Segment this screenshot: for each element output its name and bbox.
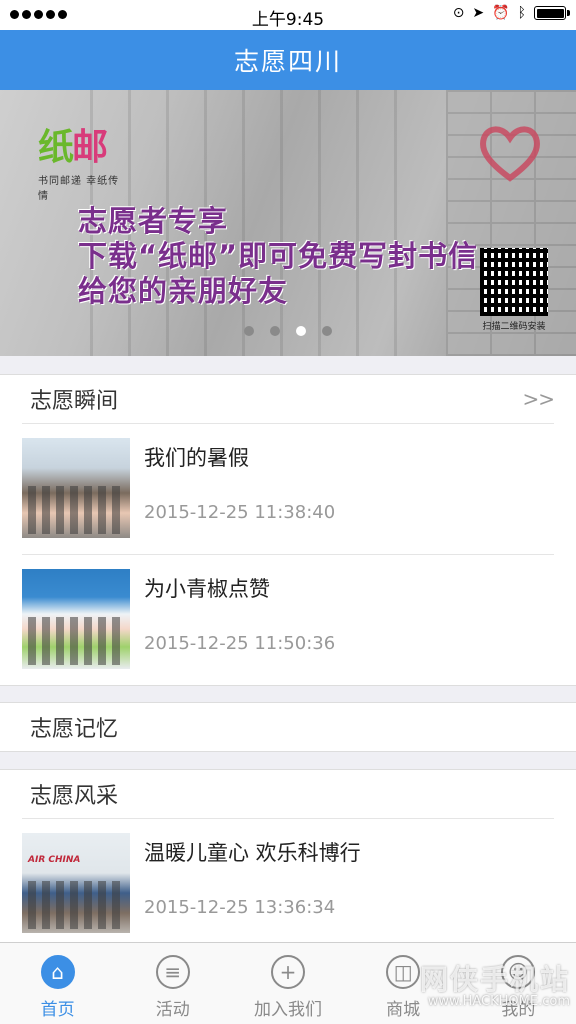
section-title: 志愿风采: [30, 784, 119, 809]
heart-icon: [480, 126, 540, 182]
home-icon: ⌂: [40, 955, 75, 989]
status-bar: 上午9:45 ⊙ ➤ ⏰ ᛒ: [0, 0, 576, 30]
item-thumbnail: [22, 438, 130, 538]
status-icons: ⊙ ➤ ⏰ ᛒ: [452, 5, 570, 21]
carousel-dot-active[interactable]: [296, 326, 306, 336]
app-screen: 上午9:45 ⊙ ➤ ⏰ ᛒ 志愿四川 纸邮 书同邮递 幸纸传情 志愿者专享 下…: [0, 0, 576, 1024]
item-title: 为小青椒点赞: [144, 577, 270, 601]
qr-caption: 扫描二维码安装: [482, 322, 546, 332]
tab-join-us[interactable]: + 加入我们: [230, 943, 345, 1024]
promo-banner[interactable]: 纸邮 书同邮递 幸纸传情 志愿者专享 下载“纸邮”即可免费写封书信 给您的亲朋好…: [0, 90, 576, 356]
plus-icon: +: [270, 955, 305, 989]
more-link[interactable]: >>: [522, 387, 555, 411]
tab-label: 商城: [386, 1000, 421, 1020]
alarm-icon: ⏰: [492, 5, 510, 21]
item-title: 我们的暑假: [144, 446, 249, 470]
carousel-dot[interactable]: [270, 326, 280, 336]
list-item[interactable]: 我们的暑假 2015-12-25 11:38:40: [22, 423, 554, 554]
section-volunteer-showcase: 志愿风采 AIR CHINA 温暖儿童心 欢乐科博行 2015-12-25 13…: [0, 769, 576, 949]
section-volunteer-memories[interactable]: 志愿记忆: [0, 702, 576, 752]
list-item[interactable]: 为小青椒点赞 2015-12-25 11:50:36: [22, 554, 554, 685]
rotation-lock-icon: ⊙: [452, 5, 465, 21]
nav-bar: 志愿四川: [0, 30, 576, 90]
tab-label: 加入我们: [253, 1000, 322, 1020]
section-title: 志愿瞬间: [30, 389, 119, 414]
item-timestamp: 2015-12-25 13:36:34: [144, 897, 336, 918]
tab-home[interactable]: ⌂ 首页: [0, 943, 115, 1024]
section-header: 志愿瞬间 >>: [0, 375, 576, 423]
tab-label: 首页: [40, 1000, 75, 1020]
location-icon: ➤: [472, 5, 485, 21]
item-title: 温暖儿童心 欢乐科博行: [144, 841, 361, 865]
banner-logo: 纸邮 书同邮递 幸纸传情: [38, 118, 128, 202]
carousel-dot[interactable]: [322, 326, 332, 336]
list-icon: ≡: [155, 955, 190, 989]
section-header: 志愿风采: [0, 770, 576, 818]
carousel-dot[interactable]: [244, 326, 254, 336]
watermark-url: www.HACKHOME.com: [427, 994, 570, 1009]
qr-code: [480, 248, 548, 316]
section-volunteer-moments: 志愿瞬间 >> 我们的暑假 2015-12-25 11:38:40 为小青椒点赞…: [0, 374, 576, 686]
banner-line-3: 给您的亲朋好友: [78, 274, 289, 308]
carousel-dots: [244, 326, 332, 336]
item-timestamp: 2015-12-25 11:38:40: [144, 502, 336, 523]
battery-icon: [534, 6, 570, 20]
tab-label: 活动: [155, 1000, 190, 1020]
item-timestamp: 2015-12-25 11:50:36: [144, 633, 336, 654]
item-thumbnail: [22, 569, 130, 669]
item-thumbnail: AIR CHINA: [22, 833, 130, 933]
watermark: 网侠手机站: [419, 963, 570, 996]
section-title: 志愿记忆: [30, 717, 119, 742]
list-item[interactable]: AIR CHINA 温暖儿童心 欢乐科博行 2015-12-25 13:36:3…: [22, 818, 554, 949]
bluetooth-icon: ᛒ: [517, 5, 526, 21]
section-header: 志愿记忆: [0, 703, 576, 751]
logo-text-second: 邮: [72, 127, 108, 168]
bag-icon: ◫: [386, 955, 421, 989]
tab-activities[interactable]: ≡ 活动: [115, 943, 230, 1024]
page-title: 志愿四川: [233, 47, 342, 76]
logo-text-first: 纸: [38, 127, 74, 168]
